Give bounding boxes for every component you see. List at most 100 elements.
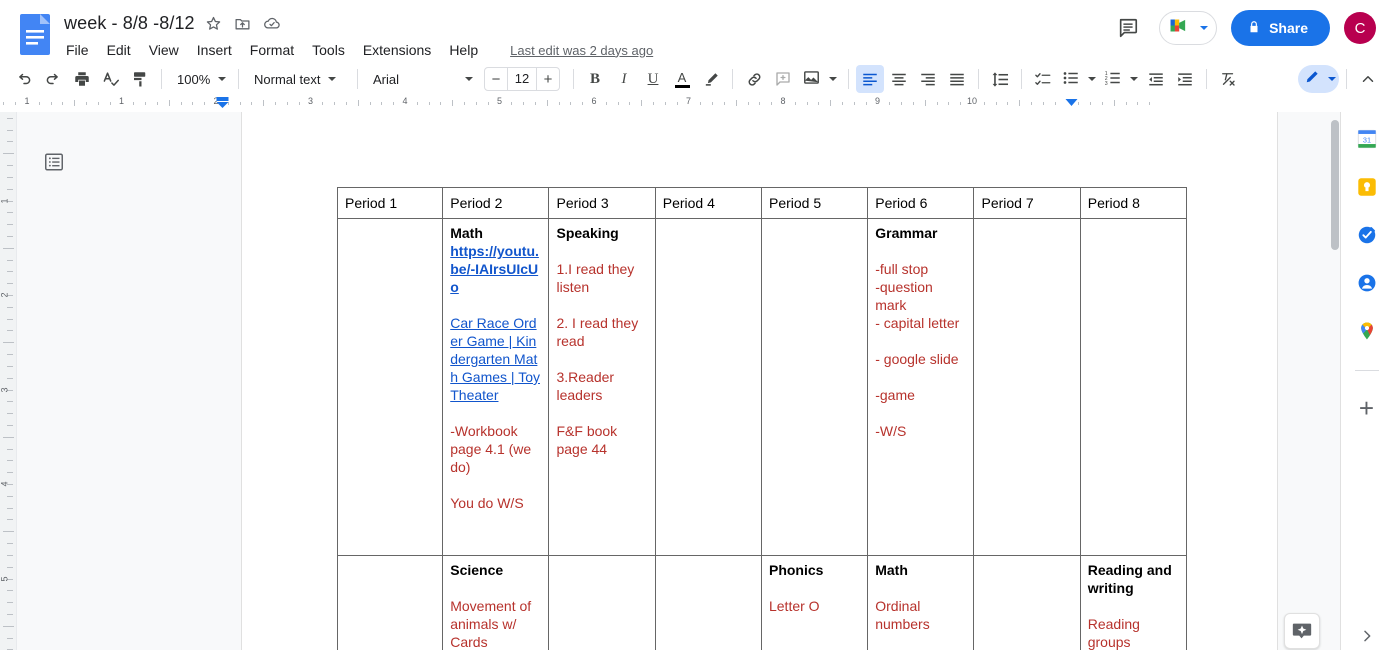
table-cell[interactable]: Phonics Letter O [760, 555, 869, 650]
add-comment-icon[interactable] [769, 65, 797, 93]
underline-label: U [647, 70, 659, 87]
weekly-schedule-table[interactable]: Period 1 Period 2 Period 3 Period 4 Peri… [336, 187, 1188, 650]
menu-tools[interactable]: Tools [310, 41, 347, 59]
left-indent-marker[interactable] [216, 97, 229, 109]
google-calendar-icon[interactable]: 31 [1354, 126, 1380, 152]
table-header-cell[interactable]: Period 6 [867, 187, 975, 219]
text-color-button[interactable]: A [668, 65, 696, 93]
google-docs-icon[interactable] [18, 12, 52, 57]
bold-button[interactable]: B [581, 65, 609, 93]
table-header-cell[interactable]: Period 3 [548, 187, 656, 219]
google-tasks-icon[interactable] [1354, 222, 1380, 248]
decrease-indent-icon[interactable] [1142, 65, 1170, 93]
menu-view[interactable]: View [147, 41, 181, 59]
table-cell[interactable] [973, 555, 1081, 650]
table-cell[interactable] [336, 218, 444, 556]
vertical-scrollbar[interactable] [1331, 120, 1339, 250]
document-scroll-area[interactable]: Period 1 Period 2 Period 3 Period 4 Peri… [127, 112, 1392, 650]
clear-formatting-icon[interactable] [1214, 65, 1242, 93]
comment-history-icon[interactable] [1111, 11, 1145, 45]
align-center-icon[interactable] [885, 65, 913, 93]
table-header-cell[interactable]: Period 8 [1079, 187, 1188, 219]
explore-sparkle-icon[interactable] [1284, 613, 1320, 649]
checklist-icon[interactable] [1029, 65, 1057, 93]
paragraph-style-dropdown[interactable]: Normal text [246, 65, 350, 93]
table-cell[interactable]: ScienceMovement of animals w/ Cards- wor… [442, 555, 550, 650]
menu-insert[interactable]: Insert [195, 41, 234, 59]
align-left-icon[interactable] [856, 65, 884, 93]
google-contacts-icon[interactable] [1354, 270, 1380, 296]
paint-format-icon[interactable] [126, 65, 154, 93]
right-indent-marker[interactable] [1065, 97, 1078, 109]
doc-title[interactable]: week - 8/8 -8/12 [64, 13, 195, 34]
avatar[interactable]: C [1344, 12, 1376, 44]
table-cell[interactable] [654, 218, 762, 556]
document-outline-icon[interactable] [42, 150, 66, 174]
table-cell[interactable] [336, 555, 444, 650]
menu-extensions[interactable]: Extensions [361, 41, 433, 59]
table-cell[interactable] [548, 555, 656, 650]
table-cell[interactable]: Speaking 1.I read they listen 2. I read th… [548, 218, 656, 556]
last-edit-status[interactable]: Last edit was 2 days ago [510, 43, 653, 58]
print-icon[interactable] [68, 65, 96, 93]
highlight-pen-icon[interactable] [697, 65, 725, 93]
vertical-ruler[interactable]: 1 2 3 4 5 [0, 112, 17, 650]
cloud-saved-icon[interactable] [262, 13, 282, 33]
ruler-tick [440, 102, 442, 105]
menu-edit[interactable]: Edit [105, 41, 133, 59]
collapse-toolbar-icon[interactable] [1354, 65, 1382, 93]
share-button[interactable]: Share [1231, 10, 1330, 46]
ruler-tick [676, 102, 678, 105]
google-meet-button[interactable] [1159, 11, 1218, 45]
left-gutter [17, 112, 127, 650]
bulleted-list-dropdown[interactable] [1058, 65, 1099, 93]
redo-icon[interactable] [39, 65, 67, 93]
star-icon[interactable] [204, 13, 224, 33]
align-right-icon[interactable] [914, 65, 942, 93]
table-cell[interactable]: MathOrdinal numbersLeft - Right [867, 555, 975, 650]
menu-help[interactable]: Help [447, 41, 480, 59]
insert-link-icon[interactable] [740, 65, 768, 93]
horizontal-ruler[interactable]: 1 1 2 3 4 5 6 7 8 9 10 [0, 96, 1392, 112]
document-page: Period 1 Period 2 Period 3 Period 4 Peri… [242, 112, 1277, 650]
cell-link[interactable]: https://youtu.be/-IAIrsUIcUo [450, 242, 542, 296]
font-size-increase-button[interactable]: + [537, 68, 559, 90]
spellcheck-icon[interactable] [97, 65, 125, 93]
table-header-cell[interactable]: Period 5 [760, 187, 869, 219]
menu-file[interactable]: File [64, 41, 91, 59]
move-to-folder-icon[interactable] [233, 13, 253, 33]
table-cell[interactable]: Math https://youtu.be/-IAIrsUIcUo Car Race… [442, 218, 550, 556]
font-size-input[interactable]: 12 [507, 68, 537, 90]
editing-mode-dropdown[interactable] [1298, 65, 1339, 93]
table-cell[interactable]: Grammar -full stop -question mark - capital… [867, 218, 975, 556]
underline-button[interactable]: U [639, 65, 667, 93]
italic-button[interactable]: I [610, 65, 638, 93]
cell-link[interactable]: Car Race Order Game | Kindergarten Math … [450, 314, 542, 404]
google-maps-icon[interactable] [1354, 318, 1380, 344]
table-header-cell[interactable]: Period 7 [973, 187, 1081, 219]
table-cell[interactable] [654, 555, 762, 650]
undo-icon[interactable] [10, 65, 38, 93]
table-cell[interactable] [973, 218, 1081, 556]
line-spacing-icon[interactable] [986, 65, 1014, 93]
table-cell[interactable]: Reading and writingReading groupsStudent… [1079, 555, 1188, 650]
table-header-cell[interactable]: Period 4 [654, 187, 762, 219]
menu-format[interactable]: Format [248, 41, 296, 59]
table-header-cell[interactable]: Period 1 [336, 187, 444, 219]
ruler-tick [7, 306, 13, 308]
align-justify-icon[interactable] [943, 65, 971, 93]
table-header-cell[interactable]: Period 2 [442, 187, 550, 219]
table-cell[interactable] [760, 218, 869, 556]
insert-image-dropdown[interactable] [798, 65, 841, 93]
chevron-right-icon[interactable] [1356, 625, 1378, 647]
numbered-list-dropdown[interactable]: 1 2 3 [1100, 65, 1141, 93]
google-keep-icon[interactable] [1354, 174, 1380, 200]
add-on-plus-icon[interactable]: + [1359, 395, 1374, 421]
increase-indent-icon[interactable] [1171, 65, 1199, 93]
zoom-dropdown[interactable]: 100% [169, 65, 231, 93]
font-size-decrease-button[interactable]: − [485, 68, 507, 90]
table-cell[interactable] [1079, 218, 1188, 556]
font-family-dropdown[interactable]: Arial [365, 65, 477, 93]
table-row: ScienceMovement of animals w/ Cards- wor… [336, 555, 1188, 650]
